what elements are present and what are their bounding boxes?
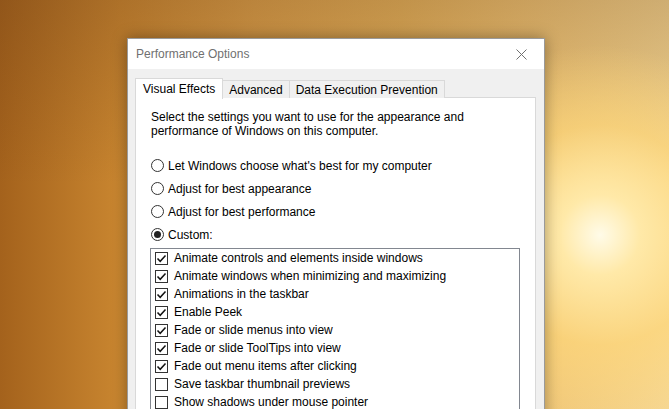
radio-option[interactable]: Adjust for best appearance — [150, 177, 520, 200]
visual-effects-panel: Select the settings you want to use for … — [135, 97, 536, 409]
checkbox[interactable] — [155, 342, 168, 355]
checkbox[interactable] — [155, 306, 168, 319]
radio-button[interactable] — [151, 159, 164, 172]
effect-label: Animations in the taskbar — [174, 285, 309, 303]
effect-item[interactable]: Animate windows when minimizing and maxi… — [151, 267, 519, 285]
checkbox[interactable] — [155, 360, 168, 373]
checkbox[interactable] — [155, 378, 168, 391]
effect-item[interactable]: Fade out menu items after clicking — [151, 357, 519, 375]
radio-button[interactable] — [151, 205, 164, 218]
checkbox[interactable] — [155, 270, 168, 283]
radio-dot — [154, 231, 161, 238]
radio-button[interactable] — [151, 182, 164, 195]
close-button[interactable] — [506, 39, 536, 69]
effects-list: Animate controls and elements inside win… — [150, 248, 520, 409]
effect-item[interactable]: Fade or slide ToolTips into view — [151, 339, 519, 357]
effect-item[interactable]: Save taskbar thumbnail previews — [151, 375, 519, 393]
mode-options: Let Windows choose what's best for my co… — [150, 154, 520, 246]
radio-option[interactable]: Custom: — [150, 223, 520, 246]
tab[interactable]: Advanced — [222, 80, 289, 98]
check-icon — [156, 253, 167, 264]
effect-label: Fade or slide menus into view — [174, 321, 333, 339]
radio-option[interactable]: Let Windows choose what's best for my co… — [150, 154, 520, 177]
effect-label: Animate controls and elements inside win… — [174, 249, 423, 267]
effect-item[interactable]: Fade or slide menus into view — [151, 321, 519, 339]
radio-label: Adjust for best performance — [168, 203, 315, 221]
checkbox[interactable] — [155, 396, 168, 409]
radio-label: Let Windows choose what's best for my co… — [168, 157, 432, 175]
window-title: Performance Options — [136, 39, 249, 69]
tab[interactable]: Data Execution Prevention — [289, 80, 445, 98]
check-icon — [156, 289, 167, 300]
effect-label: Enable Peek — [174, 303, 242, 321]
check-icon — [156, 325, 167, 336]
check-icon — [156, 361, 167, 372]
effect-label: Save taskbar thumbnail previews — [174, 375, 350, 393]
performance-options-window: Performance Options Visual EffectsAdvance… — [127, 38, 545, 409]
effect-item[interactable]: Show shadows under mouse pointer — [151, 393, 519, 409]
effect-item[interactable]: Enable Peek — [151, 303, 519, 321]
radio-label: Adjust for best appearance — [168, 180, 311, 198]
checkbox[interactable] — [155, 324, 168, 337]
photo-background: Performance Options Visual EffectsAdvance… — [0, 0, 669, 409]
title-bar: Performance Options — [128, 39, 544, 69]
radio-label: Custom: — [168, 226, 213, 244]
checkbox[interactable] — [155, 252, 168, 265]
tab-strip: Visual EffectsAdvancedData Execution Pre… — [135, 78, 536, 98]
radio-button[interactable] — [151, 228, 164, 241]
radio-option[interactable]: Adjust for best performance — [150, 200, 520, 223]
tab[interactable]: Visual Effects — [135, 78, 223, 99]
effect-label: Show shadows under mouse pointer — [174, 393, 368, 409]
effect-item[interactable]: Animations in the taskbar — [151, 285, 519, 303]
check-icon — [156, 271, 167, 282]
check-icon — [156, 307, 167, 318]
checkbox[interactable] — [155, 288, 168, 301]
effect-label: Fade or slide ToolTips into view — [174, 339, 341, 357]
check-icon — [156, 343, 167, 354]
close-icon — [516, 49, 527, 60]
description-text: Select the settings you want to use for … — [151, 110, 481, 138]
dialog-body: Visual EffectsAdvancedData Execution Pre… — [128, 69, 544, 409]
effect-label: Animate windows when minimizing and maxi… — [174, 267, 446, 285]
effect-item[interactable]: Animate controls and elements inside win… — [151, 249, 519, 267]
effect-label: Fade out menu items after clicking — [174, 357, 357, 375]
